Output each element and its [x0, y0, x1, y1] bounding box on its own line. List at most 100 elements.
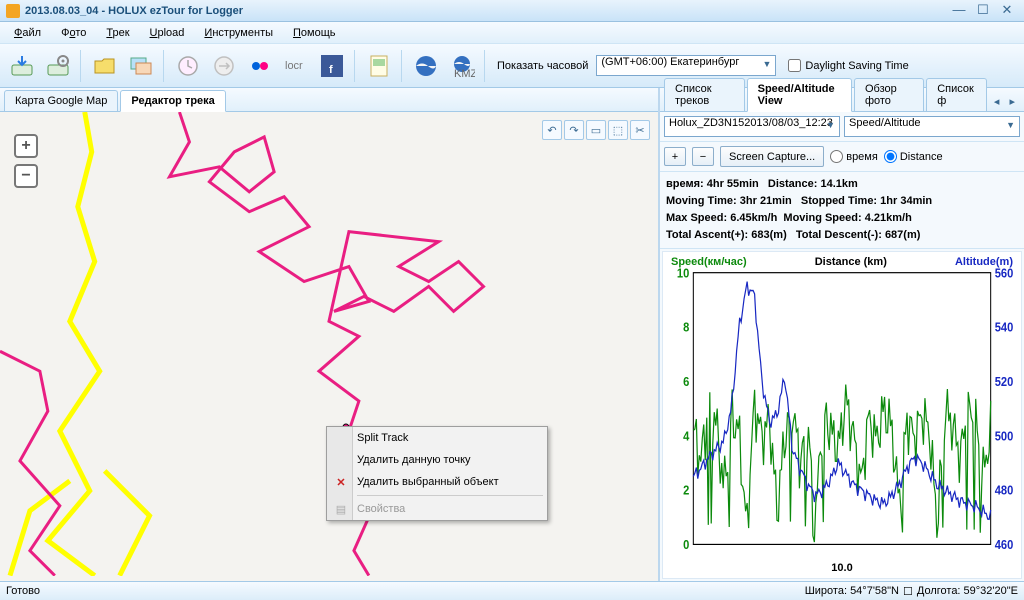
- ctx-delobj-label: Удалить выбранный объект: [357, 476, 499, 488]
- stat-time-val: 4hr 55min: [707, 178, 759, 190]
- distance-radio[interactable]: [884, 150, 897, 163]
- left-tabs: Карта Google Map Редактор трека: [0, 88, 658, 112]
- chart-controls: + − Screen Capture... время Distance: [660, 142, 1024, 172]
- timezone-label: Показать часовой: [497, 60, 588, 72]
- dst-label: Daylight Saving Time: [805, 60, 908, 72]
- tab-scroll-left[interactable]: ◂: [989, 92, 1005, 111]
- tab-photo-list[interactable]: Список ф: [926, 78, 987, 111]
- tab-google-map[interactable]: Карта Google Map: [4, 90, 118, 111]
- select-area-button[interactable]: ⬚: [608, 120, 628, 140]
- export-html-button[interactable]: [363, 50, 395, 82]
- stat-moving-val: 3hr 21min: [740, 195, 792, 207]
- track-select[interactable]: Holux_ZD3N152013/08/03_12:23: [664, 116, 840, 137]
- facebook-button[interactable]: f: [316, 50, 348, 82]
- minimize-button[interactable]: —: [948, 3, 970, 19]
- time-radio-wrap[interactable]: время: [830, 150, 878, 163]
- toolbar-separator: [354, 50, 357, 82]
- svg-text:0: 0: [683, 538, 689, 553]
- track-select-value: Holux_ZD3N152013/08/03_12:23: [669, 117, 833, 129]
- undo-button[interactable]: ↶: [542, 120, 562, 140]
- close-button[interactable]: ✕: [996, 3, 1018, 19]
- menu-file[interactable]: Файл: [4, 24, 51, 42]
- zoom-out-chart-button[interactable]: −: [692, 147, 714, 166]
- svg-text:6: 6: [683, 374, 689, 389]
- toolbar-separator: [163, 50, 166, 82]
- clock-button[interactable]: [172, 50, 204, 82]
- ctx-delete-object[interactable]: ✕ Удалить выбранный объект: [327, 471, 547, 493]
- track-view-controls: Holux_ZD3N152013/08/03_12:23 Speed/Altit…: [660, 112, 1024, 142]
- stat-ascent-val: 683(m): [751, 229, 786, 241]
- speed-axis-label: Speed(км/час): [671, 256, 747, 268]
- app-icon: [6, 4, 20, 18]
- dst-checkbox[interactable]: [788, 59, 801, 72]
- maximize-button[interactable]: ☐: [972, 3, 994, 19]
- ctx-delete-point[interactable]: Удалить данную точку: [327, 449, 547, 471]
- locr-button[interactable]: locr: [280, 50, 312, 82]
- menu-photo[interactable]: Фото: [51, 24, 96, 42]
- view-select-value: Speed/Altitude: [849, 117, 921, 129]
- stat-dist-label: Distance:: [768, 178, 818, 190]
- stat-descent-val: 687(m): [885, 229, 920, 241]
- stat-maxspeed-label: Max Speed:: [666, 212, 727, 224]
- ctx-props-label: Свойства: [357, 503, 405, 515]
- statusbar: Готово Широта: 54°7'58"N ☐ Долгота: 59°3…: [0, 581, 1024, 600]
- ctx-split-label: Split Track: [357, 432, 408, 444]
- dst-checkbox-wrap[interactable]: Daylight Saving Time: [788, 59, 908, 72]
- svg-text:locr: locr: [285, 60, 303, 72]
- menu-tools[interactable]: Инструменты: [194, 24, 283, 42]
- view-select[interactable]: Speed/Altitude: [844, 116, 1020, 137]
- redo-button[interactable]: ↷: [564, 120, 584, 140]
- tab-photo-overview[interactable]: Обзор фото: [854, 78, 924, 111]
- cut-track-button[interactable]: ✂: [630, 120, 650, 140]
- stat-time-label: время:: [666, 178, 704, 190]
- timeshift-button[interactable]: [208, 50, 240, 82]
- ctx-split-track[interactable]: Split Track: [327, 427, 547, 449]
- map-canvas[interactable]: + − ↶ ↷ ▭ ⬚ ✂ Split Track Удалить данную…: [0, 112, 658, 581]
- time-radio-label: время: [846, 151, 878, 163]
- map-tools: ↶ ↷ ▭ ⬚ ✂: [542, 120, 650, 140]
- menu-help[interactable]: Помощь: [283, 24, 346, 42]
- status-lon: Долгота: 59°32'20"E: [917, 585, 1018, 597]
- delete-icon: ✕: [333, 476, 349, 489]
- svg-text:f: f: [329, 64, 333, 76]
- stat-descent-label: Total Descent(-):: [796, 229, 882, 241]
- svg-text:560: 560: [995, 268, 1014, 281]
- screen-capture-button[interactable]: Screen Capture...: [720, 146, 824, 167]
- tab-track-editor[interactable]: Редактор трека: [120, 90, 225, 112]
- flickr-button[interactable]: [244, 50, 276, 82]
- zoom-out-button[interactable]: −: [14, 164, 38, 188]
- tab-track-list[interactable]: Список треков: [664, 78, 745, 111]
- toolbar-separator: [401, 50, 404, 82]
- menu-track[interactable]: Трек: [96, 24, 139, 42]
- photos-button[interactable]: [125, 50, 157, 82]
- menu-upload[interactable]: Upload: [140, 24, 195, 42]
- chart-panel: Speed(км/час) Distance (km) Altitude(m) …: [662, 251, 1022, 579]
- svg-text:4: 4: [683, 429, 689, 444]
- svg-text:520: 520: [995, 374, 1014, 389]
- distance-radio-wrap[interactable]: Distance: [884, 150, 943, 163]
- titlebar: 2013.08.03_04 - HOLUX ezTour for Logger …: [0, 0, 1024, 22]
- context-menu: Split Track Удалить данную точку ✕ Удалит…: [326, 426, 548, 521]
- kmz-export-button[interactable]: KMZ: [446, 50, 478, 82]
- open-folder-button[interactable]: [89, 50, 121, 82]
- stat-stopped-val: 1hr 34min: [880, 195, 932, 207]
- time-radio[interactable]: [830, 150, 843, 163]
- select-rect-button[interactable]: ▭: [586, 120, 606, 140]
- zoom-in-button[interactable]: +: [14, 134, 38, 158]
- google-earth-button[interactable]: [410, 50, 442, 82]
- toolbar-separator: [484, 50, 487, 82]
- toolbar-separator: [80, 50, 83, 82]
- device-read-button[interactable]: [6, 50, 38, 82]
- timezone-select[interactable]: (GMT+06:00) Екатеринбург: [596, 55, 776, 76]
- distance-radio-label: Distance: [900, 151, 943, 163]
- ctx-separator: [357, 495, 543, 496]
- status-ready: Готово: [6, 585, 40, 597]
- menubar: Файл Фото Трек Upload Инструменты Помощь: [0, 22, 1024, 44]
- tab-scroll-right[interactable]: ▸: [1004, 92, 1020, 111]
- zoom-in-chart-button[interactable]: +: [664, 147, 686, 166]
- ctx-delpoint-label: Удалить данную точку: [357, 454, 471, 466]
- ctx-properties: ▤Свойства: [327, 498, 547, 520]
- device-config-button[interactable]: [42, 50, 74, 82]
- tab-speed-altitude[interactable]: Speed/Altitude View: [747, 78, 852, 112]
- stats-panel: время: 4hr 55min Distance: 14.1km Moving…: [660, 172, 1024, 249]
